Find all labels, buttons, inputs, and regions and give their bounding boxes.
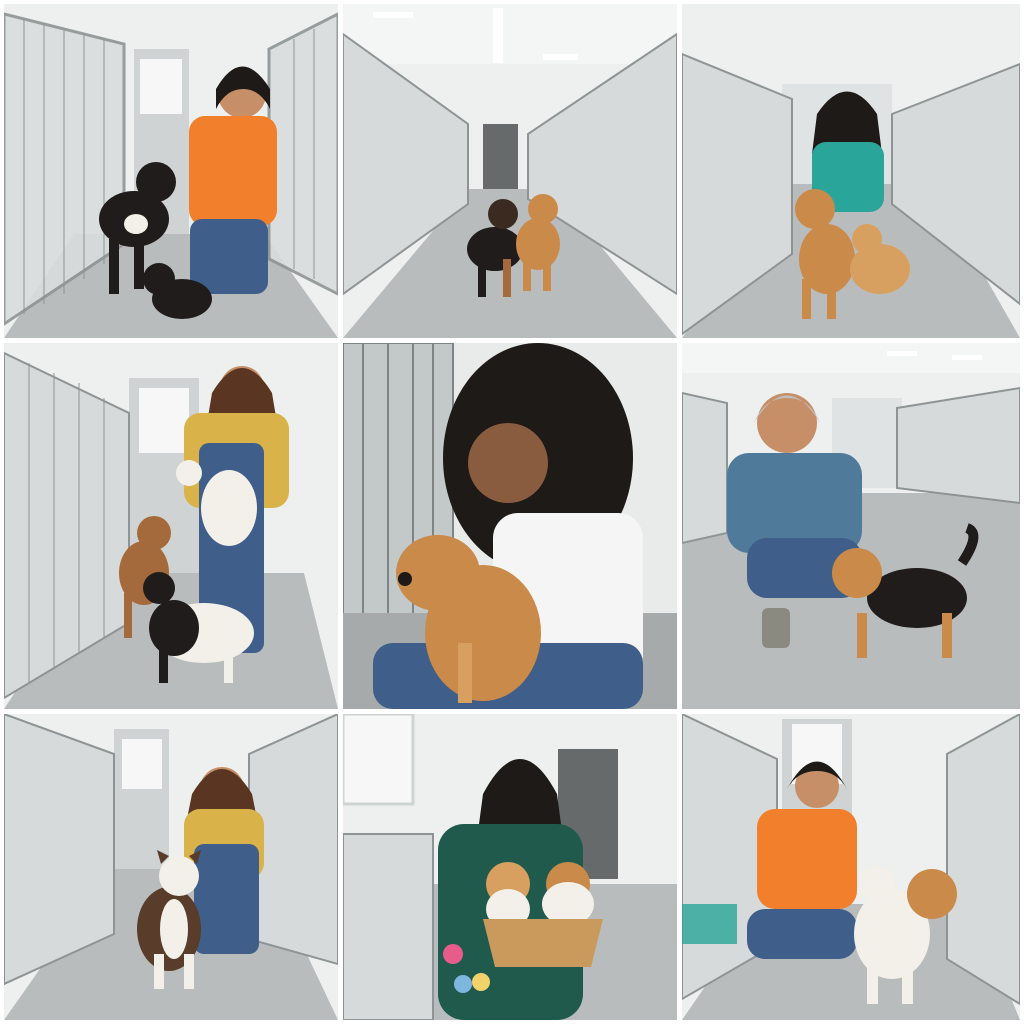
- photo-collage: [0, 0, 1024, 1024]
- photo-panel-2: [343, 4, 677, 338]
- photo-panel-5: [343, 343, 677, 709]
- photo-woman-orange-with-black-dog-and-puppy: [4, 4, 338, 338]
- photo-woman-teal-with-two-tan-dogs: [682, 4, 1020, 338]
- photo-woman-overalls-with-brindle-dog: [4, 714, 338, 1020]
- photo-gray-haired-woman-with-terrier: [682, 343, 1020, 709]
- photo-panel-1: [4, 4, 338, 338]
- photo-panel-7: [4, 714, 338, 1020]
- photo-two-dogs-in-kennel-hallway: [343, 4, 677, 338]
- photo-panel-6: [682, 343, 1020, 709]
- photo-panel-9: [682, 714, 1020, 1020]
- photo-woman-green-jacket-with-cats-in-basket: [343, 714, 677, 1020]
- photo-woman-overalls-with-three-dogs: [4, 343, 338, 709]
- photo-panel-8: [343, 714, 677, 1020]
- photo-woman-orange-with-white-tan-dog: [682, 714, 1020, 1020]
- photo-panel-4: [4, 343, 338, 709]
- photo-panel-3: [682, 4, 1020, 338]
- photo-woman-curly-hair-holding-terrier: [343, 343, 677, 709]
